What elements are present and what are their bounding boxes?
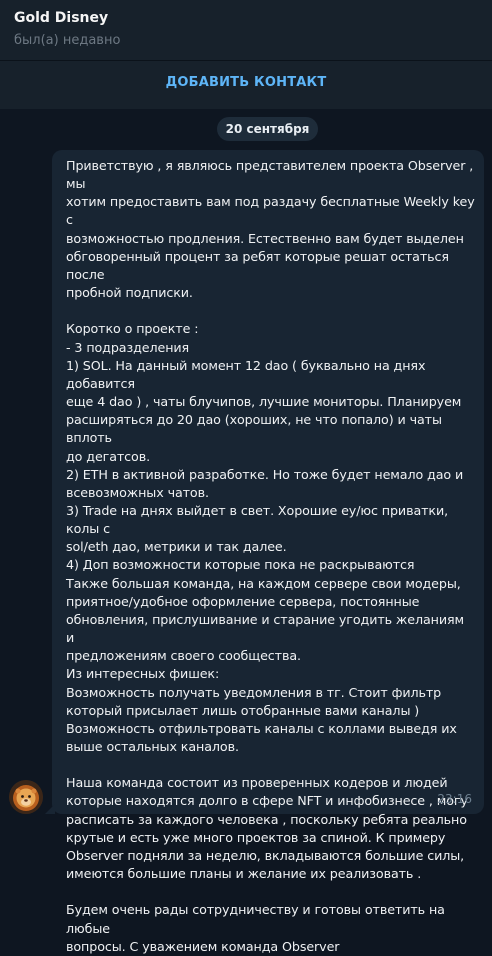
message-line: предложениям своего сообщества. — [66, 648, 301, 664]
chat-header[interactable]: Gold Disney был(а) недавно — [0, 0, 492, 60]
message-line: еще 4 dao ) , чаты блучипов, лучшие мони… — [66, 394, 462, 410]
message-line: 4) Доп возможности которые пока не раскр… — [66, 557, 415, 573]
message-line: 1) SOL. На данный момент 12 dao ( буквал… — [66, 357, 430, 391]
message-line: которые находятся долго в сфере NFT и ин… — [66, 793, 468, 809]
message-line: обновления, прислушивание и старание уго… — [66, 611, 468, 646]
message-line: 3) Trade на днях выйдет в свет. Хорошие … — [66, 502, 452, 537]
message-line: выше остальных каналов. — [66, 739, 239, 754]
message-line: расписать за каждого человека , поскольк… — [66, 811, 467, 827]
message-line: возможностью продления. Естественно вам … — [66, 230, 464, 246]
message-line: расширяться до 20 дао (хороших, не что п… — [66, 412, 446, 446]
message-line: вопросы. С уважением команда Observer — [66, 938, 340, 954]
message-line: имеются большие планы и желание их реали… — [66, 866, 422, 882]
sender-avatar[interactable] — [9, 780, 43, 814]
message-line: Приветствую , я являюсь представителем п… — [66, 158, 478, 192]
message-line: до дегатсов. — [66, 448, 151, 464]
message-line: крутые и есть уже много проектов за спин… — [66, 829, 446, 845]
message-line: хотим предоставить вам под раздачу беспл… — [66, 194, 479, 228]
message-bubble[interactable]: Приветствую , я являюсь представителем п… — [52, 150, 484, 954]
message-line: Наша команда состоит из проверенных коде… — [66, 775, 448, 791]
message-line: Возможность получать уведомления в тг. С… — [66, 684, 442, 700]
message-line: пробной подписки. — [66, 285, 193, 301]
message-line: sol/eth дао, метрики и так далее. — [66, 539, 287, 555]
message-time: 23:16 — [437, 792, 472, 806]
message-line: Также большая команда, на каждом сервере… — [66, 575, 461, 591]
message-line: Возможность отфильтровать каналы с колла… — [66, 720, 457, 736]
add-contact-button[interactable]: ДОБАВИТЬ КОНТАКТ — [0, 75, 492, 90]
message-line: Коротко о проекте : — [66, 321, 199, 337]
message-text: Приветствую , я являюсь представителем п… — [66, 157, 476, 956]
contact-status: был(а) недавно — [14, 33, 121, 48]
message-line: приятное/удобное оформление сервера, пос… — [66, 593, 420, 609]
message-line: Observer подняли за неделю, вкладываются… — [66, 847, 465, 863]
message-line: который присылает лишь отобранные вами к… — [66, 702, 420, 718]
message-line: - 3 подразделения — [66, 339, 190, 355]
contact-name[interactable]: Gold Disney — [14, 10, 108, 26]
message-line: Будем очень рады сотрудничеству и готовы… — [66, 902, 449, 936]
message-line: Из интересных фишек: — [66, 666, 220, 682]
message-line: 2) ETH в активной разработке. Но тоже бу… — [66, 466, 464, 482]
message-line: обговоренный процент за ребят которые ре… — [66, 248, 453, 282]
bubble-tail — [45, 804, 55, 814]
message-line: всевозможных чатов. — [66, 484, 209, 500]
date-separator[interactable]: 20 сентября — [217, 117, 318, 141]
lion-avatar-icon — [9, 780, 43, 814]
add-contact-bar: ДОБАВИТЬ КОНТАКТ — [0, 60, 492, 109]
